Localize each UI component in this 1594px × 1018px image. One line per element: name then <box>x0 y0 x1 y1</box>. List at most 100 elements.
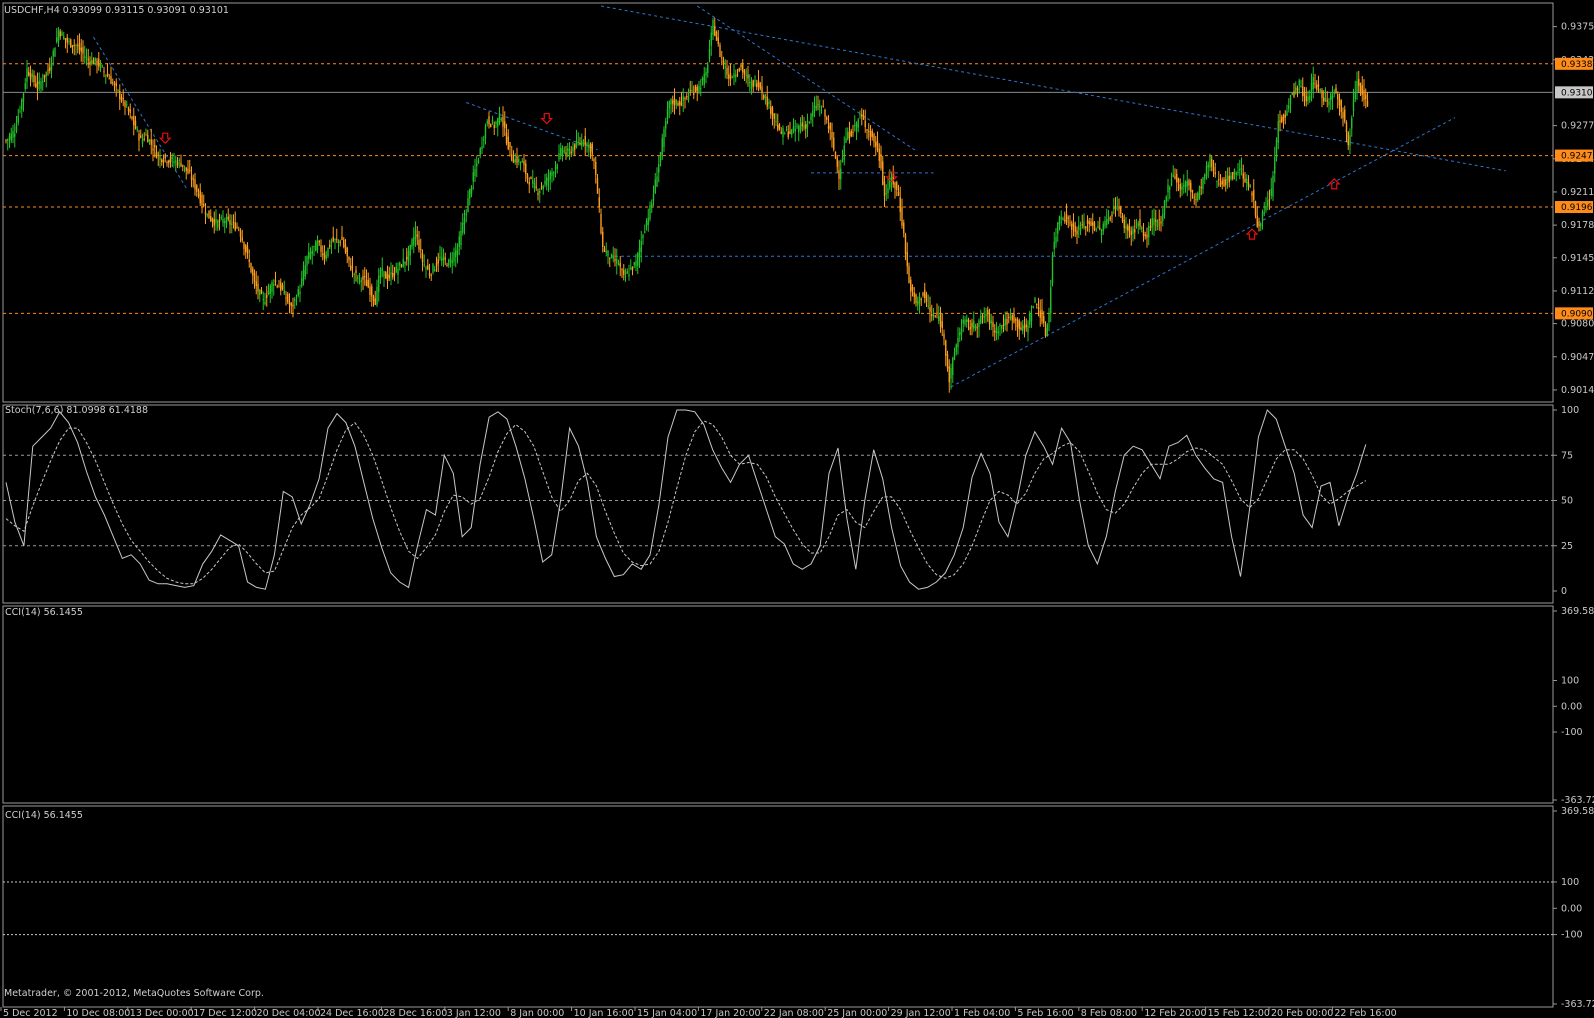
candle-body <box>616 259 618 264</box>
candle-body <box>397 268 399 275</box>
candle-body <box>658 164 660 173</box>
candle-body <box>1323 97 1325 102</box>
candle-body <box>1163 201 1166 215</box>
candle-body <box>1022 324 1024 332</box>
x-tick-label: 15 Jan 04:00 <box>637 1008 697 1018</box>
candle-body <box>654 179 656 194</box>
candle-body <box>260 289 263 294</box>
candle-body <box>766 96 768 107</box>
x-tick-label: 17 Dec 12:00 <box>193 1008 257 1018</box>
candle-body <box>1008 316 1010 318</box>
candle-body <box>1144 234 1146 237</box>
candle-body <box>971 322 973 328</box>
candle-body <box>1342 112 1344 119</box>
candle-body <box>666 109 669 120</box>
candle-body <box>1351 117 1353 129</box>
candle-body <box>470 186 473 195</box>
candle-body <box>782 128 784 138</box>
candle-body <box>189 170 191 172</box>
candle-body <box>490 123 492 128</box>
candle-body <box>939 312 942 327</box>
candle-body <box>1064 219 1066 222</box>
candle-body <box>1232 172 1234 179</box>
candle-body <box>192 178 194 180</box>
candle-body <box>1095 228 1097 231</box>
candle-body <box>1293 91 1295 97</box>
candle-body <box>1046 324 1048 337</box>
candle-body <box>568 148 571 155</box>
candle-body <box>1344 109 1346 122</box>
candle-body <box>306 256 308 266</box>
candle-body <box>913 292 915 297</box>
candle-body <box>108 78 110 80</box>
candle-body <box>964 319 966 325</box>
candle-body <box>1237 172 1239 174</box>
metatrader-chart-canvas[interactable]: 0.937550.934250.927700.924400.921100.917… <box>0 0 1594 1018</box>
x-tick-label: 29 Jan 12:00 <box>891 1008 951 1018</box>
candle-body <box>546 177 548 186</box>
candle-body <box>644 231 646 233</box>
candle-body <box>1214 172 1216 175</box>
candle-body <box>348 256 350 261</box>
candle-body <box>838 170 840 180</box>
candle-body <box>1130 231 1132 236</box>
price-level-label: 0.90902 <box>1561 309 1594 319</box>
candle-body <box>724 66 726 68</box>
candle-body <box>519 162 522 164</box>
candle-body <box>444 257 446 260</box>
candle-body <box>617 264 620 266</box>
candle-body <box>280 282 282 291</box>
candle-body <box>1195 199 1197 201</box>
candle-body <box>621 269 623 271</box>
candle-body <box>218 220 221 222</box>
candle-body <box>915 294 917 304</box>
candle-body <box>623 270 625 275</box>
candle-body <box>213 219 215 226</box>
candle-body <box>311 250 313 255</box>
candle-body <box>1016 319 1019 328</box>
candle-body <box>224 221 226 223</box>
y-tick-label: 100 <box>1561 877 1579 888</box>
candle-body <box>840 168 842 180</box>
candle-body <box>481 146 483 150</box>
candle-body <box>1153 218 1155 226</box>
candle-body <box>418 239 420 250</box>
candle-body <box>1289 95 1292 105</box>
candle-body <box>925 293 928 302</box>
candle-body <box>1137 223 1139 226</box>
candle-body <box>1057 222 1059 234</box>
y-tick-label: -363.7279 <box>1561 795 1594 806</box>
candle-body <box>19 110 21 112</box>
candle-body <box>700 87 702 90</box>
candle-body <box>600 213 602 234</box>
candle-body <box>36 81 39 90</box>
candle-body <box>635 260 637 267</box>
candle-body <box>502 116 504 127</box>
candle-body <box>784 133 786 135</box>
candle-body <box>105 75 107 77</box>
candle-body <box>488 116 490 125</box>
candle-body <box>820 109 823 111</box>
candle-body <box>967 319 970 322</box>
candle-body <box>159 156 161 160</box>
candle-body <box>630 267 632 269</box>
candle-body <box>101 65 103 67</box>
candle-body <box>995 327 998 334</box>
candle-body <box>1247 182 1250 187</box>
candle-body <box>932 315 935 317</box>
candle-body <box>119 90 121 100</box>
candle-body <box>409 244 411 256</box>
candle-body <box>378 276 380 292</box>
candle-body <box>262 298 264 300</box>
candle-body <box>1263 212 1265 214</box>
candle-body <box>574 144 576 150</box>
candle-body <box>393 272 396 276</box>
candle-body <box>1181 186 1183 190</box>
x-tick-label: 1 Feb 04:00 <box>954 1008 1010 1018</box>
candle-body <box>950 368 952 379</box>
candle-body <box>92 60 95 65</box>
candle-body <box>532 180 534 184</box>
candle-body <box>420 248 422 251</box>
candle-body <box>70 39 72 48</box>
candle-body <box>878 148 880 161</box>
